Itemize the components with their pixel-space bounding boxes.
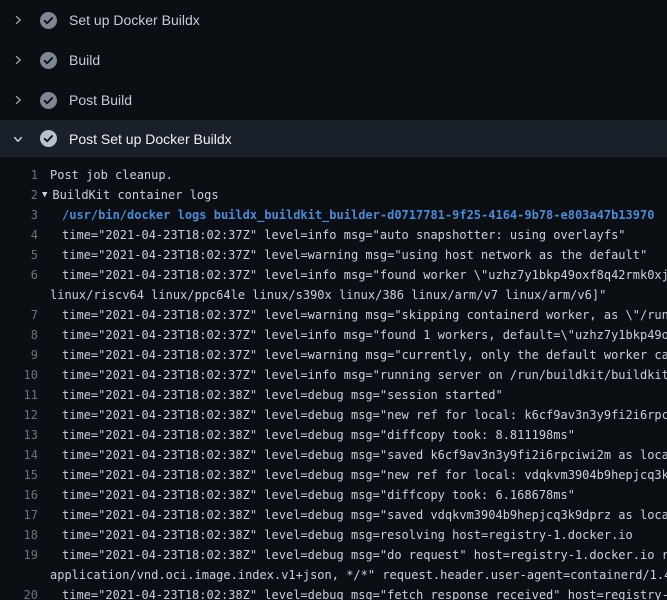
check-circle-icon: [40, 92, 57, 109]
log-line-text: time="2021-04-23T18:02:38Z" level=debug …: [62, 405, 667, 425]
log-line-text: time="2021-04-23T18:02:38Z" level=debug …: [62, 385, 503, 405]
log-line: 7 time="2021-04-23T18:02:37Z" level=warn…: [0, 305, 667, 325]
log-panel: 1 Post job cleanup. 2 ▼ BuildKit contain…: [0, 157, 667, 600]
log-line-text: time="2021-04-23T18:02:37Z" level=info m…: [62, 265, 667, 285]
line-number[interactable]: 2: [0, 185, 38, 205]
line-number[interactable]: 15: [0, 465, 38, 485]
step-label: Post Build: [69, 92, 132, 108]
line-number[interactable]: 18: [0, 525, 38, 545]
log-line: 20 time="2021-04-23T18:02:38Z" level=deb…: [0, 585, 667, 600]
line-number[interactable]: 3: [0, 205, 38, 225]
step-label: Set up Docker Buildx: [69, 12, 200, 28]
log-line-text: time="2021-04-23T18:02:37Z" level=warnin…: [62, 305, 667, 325]
check-circle-icon: [40, 12, 57, 29]
log-line: 16 time="2021-04-23T18:02:38Z" level=deb…: [0, 485, 667, 505]
log-line: 4 time="2021-04-23T18:02:37Z" level=info…: [0, 225, 667, 245]
check-circle-icon: [40, 130, 57, 147]
step-row[interactable]: Post Build: [0, 80, 667, 120]
line-number[interactable]: 14: [0, 445, 38, 465]
line-number[interactable]: 12: [0, 405, 38, 425]
log-line-text: time="2021-04-23T18:02:37Z" level=info m…: [62, 325, 667, 345]
log-line-text: time="2021-04-23T18:02:38Z" level=debug …: [62, 525, 633, 545]
line-number[interactable]: 5: [0, 245, 38, 265]
log-line: 12 time="2021-04-23T18:02:38Z" level=deb…: [0, 405, 667, 425]
log-line-text: time="2021-04-23T18:02:38Z" level=debug …: [62, 505, 667, 525]
steps-list: Set up Docker Buildx Build Post Build Po…: [0, 0, 667, 157]
log-line-text: time="2021-04-23T18:02:37Z" level=warnin…: [62, 345, 667, 365]
log-line-text: time="2021-04-23T18:02:38Z" level=debug …: [62, 585, 667, 600]
line-number[interactable]: 19: [0, 545, 38, 565]
triangle-down-icon[interactable]: ▼: [42, 185, 47, 205]
log-line: 6 time="2021-04-23T18:02:37Z" level=info…: [0, 265, 667, 285]
log-line: 2 ▼ BuildKit container logs: [0, 185, 667, 205]
log-line: 9 time="2021-04-23T18:02:37Z" level=warn…: [0, 345, 667, 365]
line-number[interactable]: 6: [0, 265, 38, 285]
log-line: 8 time="2021-04-23T18:02:37Z" level=info…: [0, 325, 667, 345]
log-line-text: Post job cleanup.: [50, 165, 173, 185]
log-line-text: time="2021-04-23T18:02:38Z" level=debug …: [62, 465, 667, 485]
line-number[interactable]: 13: [0, 425, 38, 445]
log-line-text: linux/riscv64 linux/ppc64le linux/s390x …: [50, 285, 606, 305]
log-line-text: time="2021-04-23T18:02:37Z" level=warnin…: [62, 245, 647, 265]
log-line: 13 time="2021-04-23T18:02:38Z" level=deb…: [0, 425, 667, 445]
log-line: 19 time="2021-04-23T18:02:38Z" level=deb…: [0, 545, 667, 565]
step-row[interactable]: Build: [0, 40, 667, 80]
line-number[interactable]: 16: [0, 485, 38, 505]
line-number[interactable]: 11: [0, 385, 38, 405]
line-number[interactable]: 8: [0, 325, 38, 345]
log-line: 5 time="2021-04-23T18:02:37Z" level=warn…: [0, 245, 667, 265]
log-line: 18 time="2021-04-23T18:02:38Z" level=deb…: [0, 525, 667, 545]
step-row[interactable]: Set up Docker Buildx: [0, 0, 667, 40]
log-line: 14 time="2021-04-23T18:02:38Z" level=deb…: [0, 445, 667, 465]
line-number[interactable]: 1: [0, 165, 38, 185]
step-row[interactable]: Post Set up Docker Buildx: [0, 120, 667, 157]
chevron-right-icon[interactable]: [11, 13, 25, 27]
log-line: linux/riscv64 linux/ppc64le linux/s390x …: [0, 285, 667, 305]
line-number[interactable]: 20: [0, 585, 38, 600]
log-line: 15 time="2021-04-23T18:02:38Z" level=deb…: [0, 465, 667, 485]
log-line-text: BuildKit container logs: [52, 185, 218, 205]
line-number[interactable]: 9: [0, 345, 38, 365]
log-line: 10 time="2021-04-23T18:02:37Z" level=inf…: [0, 365, 667, 385]
log-line-text: time="2021-04-23T18:02:38Z" level=debug …: [62, 425, 575, 445]
log-line: 1 Post job cleanup.: [0, 165, 667, 185]
chevron-right-icon[interactable]: [11, 53, 25, 67]
log-line-text: time="2021-04-23T18:02:38Z" level=debug …: [62, 445, 667, 465]
step-label: Post Set up Docker Buildx: [69, 131, 232, 147]
line-number[interactable]: 10: [0, 365, 38, 385]
log-line-text: time="2021-04-23T18:02:37Z" level=info m…: [62, 225, 626, 245]
actions-log-viewer: Set up Docker Buildx Build Post Build Po…: [0, 0, 667, 600]
log-line: application/vnd.oci.image.index.v1+json,…: [0, 565, 667, 585]
log-line-text: time="2021-04-23T18:02:37Z" level=info m…: [62, 365, 667, 385]
log-line: 3 /usr/bin/docker logs buildx_buildkit_b…: [0, 205, 667, 225]
chevron-right-icon[interactable]: [11, 93, 25, 107]
line-number[interactable]: 17: [0, 505, 38, 525]
log-line-text: time="2021-04-23T18:02:38Z" level=debug …: [62, 545, 667, 565]
log-line-text: /usr/bin/docker logs buildx_buildkit_bui…: [62, 205, 654, 225]
log-line-text: application/vnd.oci.image.index.v1+json,…: [50, 565, 667, 585]
step-label: Build: [69, 52, 100, 68]
line-number[interactable]: 4: [0, 225, 38, 245]
log-line: 17 time="2021-04-23T18:02:38Z" level=deb…: [0, 505, 667, 525]
line-number[interactable]: 7: [0, 305, 38, 325]
log-line-text: time="2021-04-23T18:02:38Z" level=debug …: [62, 485, 575, 505]
chevron-down-icon[interactable]: [11, 132, 25, 146]
log-line: 11 time="2021-04-23T18:02:38Z" level=deb…: [0, 385, 667, 405]
check-circle-icon: [40, 52, 57, 69]
